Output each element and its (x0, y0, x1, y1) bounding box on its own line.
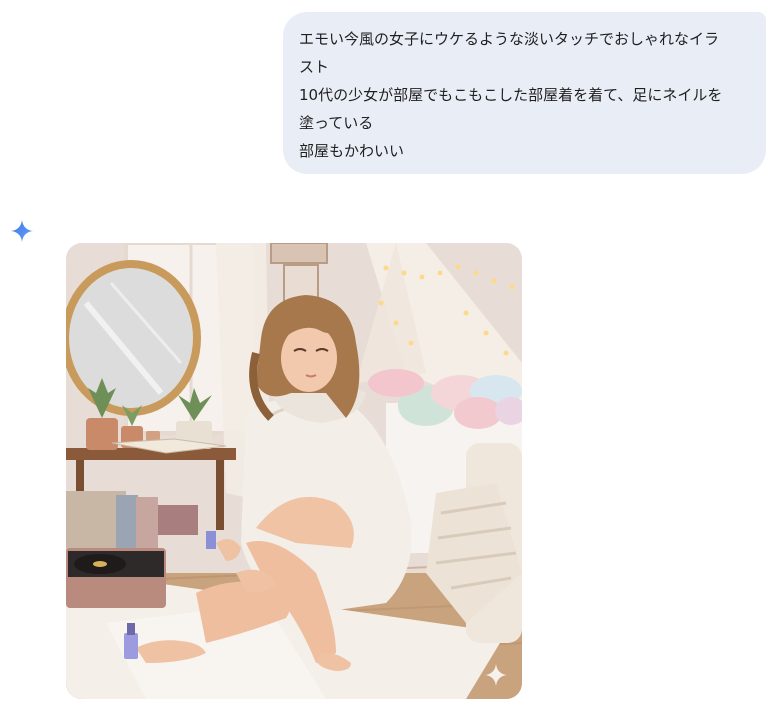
generated-image[interactable] (66, 243, 522, 699)
sparkle-watermark-icon (484, 663, 508, 687)
user-message-line: スト (299, 58, 330, 76)
illustration (66, 243, 522, 699)
user-message-line: 塗っている (299, 114, 374, 132)
user-message-bubble: エモい今風の女子にウケるような淡いタッチでおしゃれなイラ スト 10代の少女が部… (283, 12, 766, 174)
user-message-line: 10代の少女が部屋でもこもこした部屋着を着て、足にネイルを (299, 86, 723, 104)
user-message-line: エモい今風の女子にウケるような淡いタッチでおしゃれなイラ (299, 30, 720, 48)
gemini-spark-icon (10, 219, 34, 243)
chat-page: エモい今風の女子にウケるような淡いタッチでおしゃれなイラ スト 10代の少女が部… (0, 0, 781, 719)
user-message-line: 部屋もかわいい (299, 142, 405, 160)
